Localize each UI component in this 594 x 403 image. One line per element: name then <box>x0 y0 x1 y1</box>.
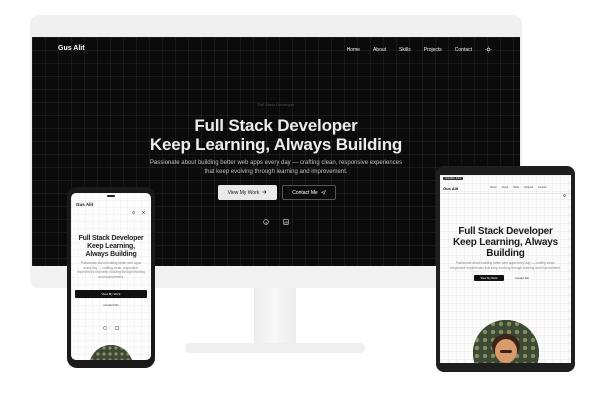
site-logo[interactable]: Gus Alit <box>58 45 85 52</box>
send-icon <box>320 189 326 196</box>
github-icon[interactable] <box>263 212 269 230</box>
tablet-headline-line3: Building <box>486 248 525 259</box>
tablet-nav-skills[interactable]: Skills <box>513 186 519 189</box>
arrow-right-icon <box>262 190 267 196</box>
tablet-nav-contact[interactable]: Contact <box>538 186 547 189</box>
phone-contact-me-button[interactable]: Contact Me <box>91 301 131 308</box>
tablet-headline-line1: Full Stack Developer <box>458 226 553 237</box>
tablet-nav-about[interactable]: About <box>502 186 509 189</box>
view-my-work-label: View My Work <box>227 189 260 196</box>
phone-headline-line2: Keep Learning, <box>87 243 135 250</box>
hero-eyebrow: Full Stack Developer <box>257 102 295 107</box>
monitor-stand <box>254 288 296 346</box>
nav-item-home[interactable]: Home <box>347 47 360 53</box>
tablet-screen: Gus Alit • 9:41 Gus Alit Home About Skil… <box>440 175 571 363</box>
tablet-subtitle-line2: responsive experiences that keep evolvin… <box>450 265 561 270</box>
desktop-nav: Home About Skills Projects Contact <box>347 46 492 53</box>
menu-icon[interactable] <box>141 202 146 220</box>
phone-notch <box>107 195 115 197</box>
linkedin-icon[interactable] <box>283 212 289 230</box>
tablet-subtitle-line1: Passionate about building better web app… <box>455 261 556 265</box>
contact-me-button[interactable]: Contact Me <box>282 185 336 200</box>
phone-avatar <box>89 345 133 360</box>
tablet-nav-projects[interactable]: Projects <box>524 186 533 189</box>
nav-item-projects[interactable]: Projects <box>424 47 442 53</box>
phone-headline-line1: Full Stack Developer <box>78 235 144 242</box>
hero-subtitle-line1: Passionate about building better web app… <box>149 160 403 166</box>
tablet-logo[interactable]: Gus Alit <box>443 186 458 191</box>
tablet-sun-icon[interactable] <box>562 185 567 203</box>
tablet-nav: Home About Skills Projects Contact <box>490 186 547 189</box>
tablet-subtitle: Passionate about building better web app… <box>444 261 567 270</box>
view-my-work-button[interactable]: View My Work <box>218 185 277 200</box>
phone-subtitle: Passionate about building better web app… <box>77 261 145 279</box>
phone-sun-icon[interactable] <box>131 202 136 220</box>
tablet-view-my-work-button[interactable]: View My Work <box>474 275 504 281</box>
status-bar: Gus Alit • 9:41 <box>443 177 463 180</box>
hero-subtitle-line2: that keep evolving through learning and … <box>204 169 348 175</box>
phone-view-my-work-button[interactable]: View My Work <box>75 290 147 298</box>
phone-linkedin-icon[interactable] <box>115 317 119 335</box>
monitor-base <box>185 343 365 353</box>
avatar <box>473 320 539 363</box>
tablet-nav-home[interactable]: Home <box>490 186 497 189</box>
tablet-headline-line2: Keep Learning, Always <box>453 237 558 248</box>
sun-icon[interactable] <box>485 46 492 53</box>
phone-logo[interactable]: Gus Alit <box>76 202 93 207</box>
nav-item-about[interactable]: About <box>373 47 386 53</box>
tablet-nav-divider <box>440 193 571 194</box>
hero-headline-line2: Keep Learning, Always Building <box>149 135 403 154</box>
hero-headline-line1: Full Stack Developer <box>194 116 358 135</box>
phone-github-icon[interactable] <box>103 317 107 335</box>
nav-item-contact[interactable]: Contact <box>455 47 472 53</box>
contact-me-label: Contact Me <box>292 189 318 196</box>
hero-subtitle: Passionate about building better web app… <box>122 159 430 177</box>
tablet-contact-me-button[interactable]: Contact Me <box>508 275 536 281</box>
phone-headline-line3: Always Building <box>85 251 137 258</box>
nav-item-skills[interactable]: Skills <box>399 47 411 53</box>
phone-screen: Gus Alit Full Stack Developer Keep Learn… <box>71 193 151 360</box>
